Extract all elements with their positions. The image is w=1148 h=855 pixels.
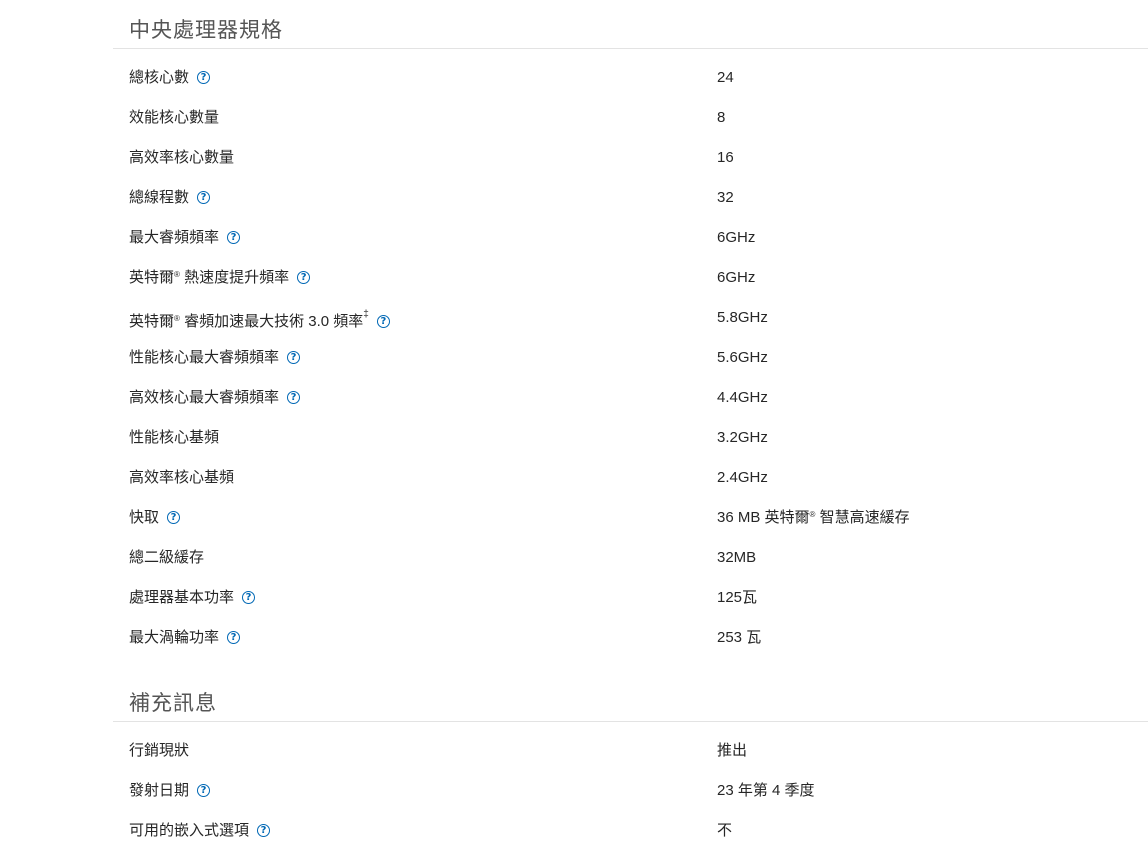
spec-row-max-turbo-frequency: 最大睿頻頻率? 6GHz xyxy=(0,218,1148,258)
spec-label: 最大渦輪功率? xyxy=(129,618,241,658)
spec-row-turbo-boost-max-3: 英特爾® 睿頻加速最大技術 3.0 頻率‡? 5.8GHz xyxy=(0,298,1148,338)
spec-row-performance-cores: 效能核心數量 8 xyxy=(0,98,1148,138)
spec-value: 23 年第 4 季度 xyxy=(717,782,815,799)
spec-value: 不 xyxy=(717,822,733,839)
help-icon[interactable]: ? xyxy=(297,270,311,284)
spec-row-base-power: 處理器基本功率? 125瓦 xyxy=(0,578,1148,618)
help-icon[interactable]: ? xyxy=(167,510,181,524)
spec-label: 英特爾® 熱速度提升頻率? xyxy=(129,258,311,298)
spec-row-marketing-status: 行銷現狀 推出 xyxy=(0,731,1148,771)
spec-label: 總二級緩存 xyxy=(129,549,205,566)
help-icon[interactable]: ? xyxy=(227,230,241,244)
spec-label: 行銷現狀 xyxy=(129,742,190,759)
help-icon[interactable]: ? xyxy=(197,783,211,797)
spec-row-ecore-max-turbo: 高效核心最大睿頻頻率? 4.4GHz xyxy=(0,378,1148,418)
spec-value: 4.4GHz xyxy=(717,389,768,406)
section-title-cpu-specs: 中央處理器規格 xyxy=(129,19,283,42)
spec-value: 32 xyxy=(717,189,734,206)
help-icon[interactable]: ? xyxy=(197,70,211,84)
spec-value: 2.4GHz xyxy=(717,469,768,486)
spec-value: 6GHz xyxy=(717,229,756,246)
help-icon[interactable]: ? xyxy=(257,823,271,837)
spec-row-launch-date: 發射日期? 23 年第 4 季度 xyxy=(0,771,1148,811)
spec-value: 推出 xyxy=(717,742,748,759)
spec-value: 5.6GHz xyxy=(717,349,768,366)
spec-label: 發射日期? xyxy=(129,771,211,811)
spec-value: 5.8GHz xyxy=(717,309,768,326)
help-icon[interactable]: ? xyxy=(227,630,241,644)
spec-row-cache: 快取? 36 MB 英特爾® 智慧高速緩存 xyxy=(0,498,1148,538)
spec-value: 125瓦 xyxy=(717,589,758,606)
spec-value: 32MB xyxy=(717,549,757,566)
spec-row-pcore-max-turbo: 性能核心最大睿頻頻率? 5.6GHz xyxy=(0,338,1148,378)
spec-row-pcore-base-frequency: 性能核心基頻 3.2GHz xyxy=(0,418,1148,458)
spec-label: 性能核心基頻 xyxy=(129,429,220,446)
spec-label: 最大睿頻頻率? xyxy=(129,218,241,258)
spec-row-total-cores: 總核心數? 24 xyxy=(0,58,1148,98)
section-divider xyxy=(113,721,1148,722)
spec-value: 253 瓦 xyxy=(717,629,762,646)
spec-value: 3.2GHz xyxy=(717,429,768,446)
spec-label: 效能核心數量 xyxy=(129,109,220,126)
spec-label: 處理器基本功率? xyxy=(129,578,256,618)
help-icon[interactable]: ? xyxy=(376,314,390,328)
spec-label: 可用的嵌入式選項? xyxy=(129,811,271,851)
spec-label: 高效率核心基頻 xyxy=(129,469,235,486)
spec-value: 36 MB 英特爾® 智慧高速緩存 xyxy=(717,509,910,526)
spec-row-embedded-options: 可用的嵌入式選項? 不 xyxy=(0,811,1148,851)
spec-value: 8 xyxy=(717,109,726,126)
spec-label: 性能核心最大睿頻頻率? xyxy=(129,338,301,378)
spec-label: 英特爾® 睿頻加速最大技術 3.0 頻率‡? xyxy=(129,298,390,338)
spec-label: 快取? xyxy=(129,498,181,538)
spec-label: 高效率核心數量 xyxy=(129,149,235,166)
section-title-supplemental: 補充訊息 xyxy=(129,692,217,715)
spec-row-efficient-cores: 高效率核心數量 16 xyxy=(0,138,1148,178)
spec-row-total-l2-cache: 總二級緩存 32MB xyxy=(0,538,1148,578)
help-icon[interactable]: ? xyxy=(197,190,211,204)
spec-label: 高效核心最大睿頻頻率? xyxy=(129,378,301,418)
spec-row-max-turbo-power: 最大渦輪功率? 253 瓦 xyxy=(0,618,1148,658)
spec-value: 6GHz xyxy=(717,269,756,286)
section-divider xyxy=(113,48,1148,49)
spec-label: 總核心數? xyxy=(129,58,211,98)
help-icon[interactable]: ? xyxy=(242,590,256,604)
spec-row-ecore-base-frequency: 高效率核心基頻 2.4GHz xyxy=(0,458,1148,498)
spec-row-thermal-velocity-boost: 英特爾® 熱速度提升頻率? 6GHz xyxy=(0,258,1148,298)
spec-value: 16 xyxy=(717,149,734,166)
help-icon[interactable]: ? xyxy=(287,390,301,404)
spec-row-total-threads: 總線程數? 32 xyxy=(0,178,1148,218)
footnote-mark: ‡ xyxy=(363,309,369,320)
spec-value: 24 xyxy=(717,69,734,86)
help-icon[interactable]: ? xyxy=(287,350,301,364)
spec-label: 總線程數? xyxy=(129,178,211,218)
